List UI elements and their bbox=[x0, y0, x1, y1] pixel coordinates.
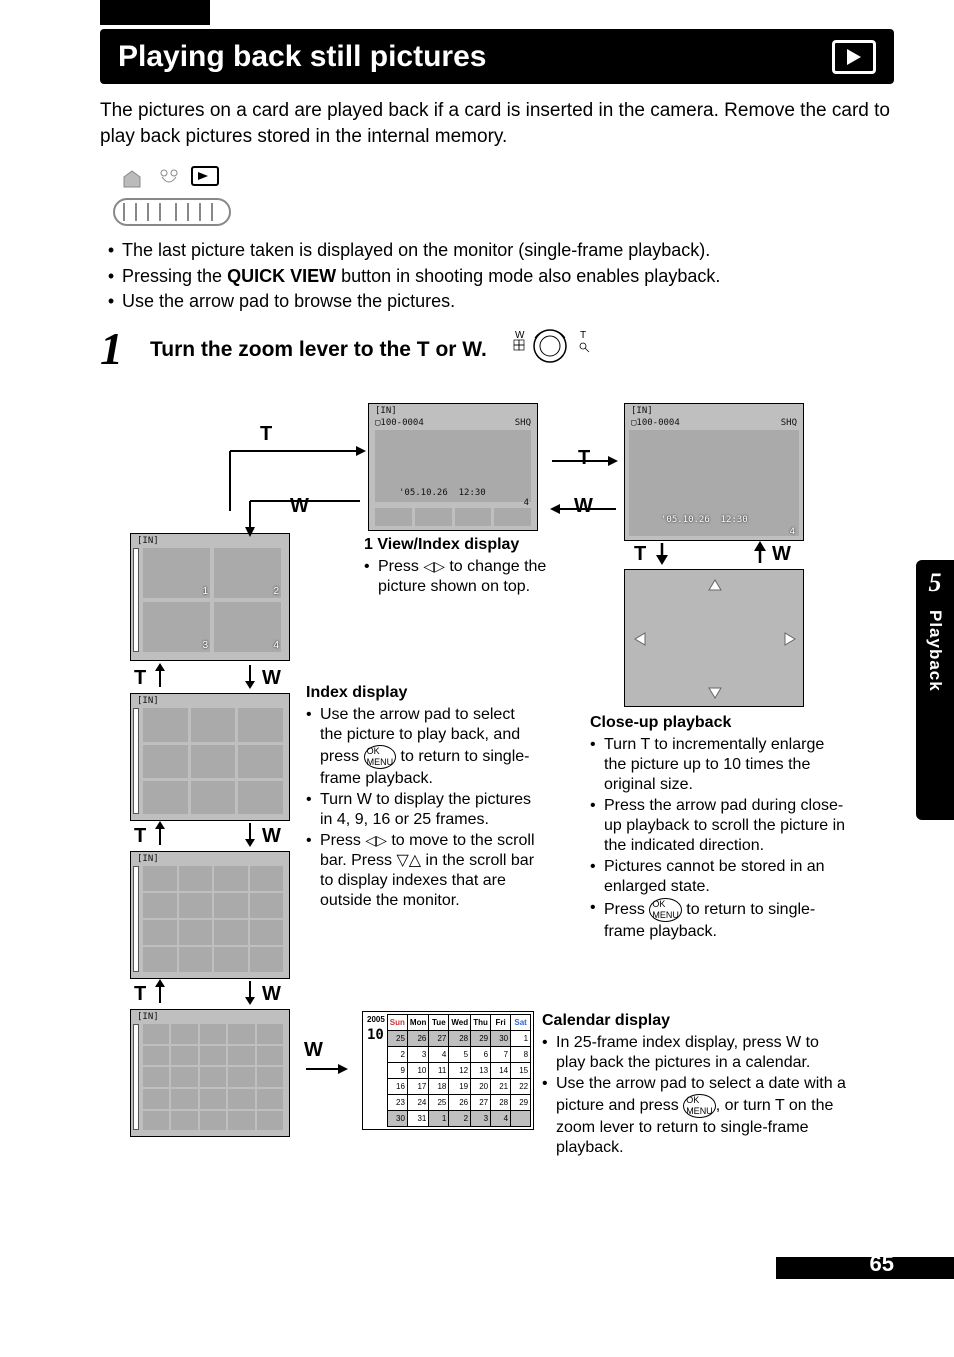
closeup-text: Close-up playback •Turn T to incremental… bbox=[590, 713, 845, 943]
step-text: Turn the zoom lever to the T or W. bbox=[150, 336, 487, 363]
W-label: W bbox=[262, 981, 281, 1007]
chapter-tab-top bbox=[100, 0, 210, 25]
playback-icon bbox=[832, 40, 876, 74]
zoom-lever-illustration: W T bbox=[505, 326, 595, 372]
T-label: T bbox=[634, 541, 646, 567]
one-view-index-display: [IN] ▢100-0004 SHQ '05.10.26 12:30 4 bbox=[368, 403, 538, 531]
index-16-display: [IN] bbox=[130, 851, 290, 979]
calendar-text: Calendar display •In 25-frame index disp… bbox=[542, 1011, 852, 1159]
T-label: T bbox=[134, 665, 146, 691]
index-display-text: Index display •Use the arrow pad to sele… bbox=[306, 683, 536, 912]
section-title-bar: Playing back still pictures bbox=[100, 29, 894, 84]
chapter-number: 5 bbox=[929, 566, 942, 600]
calendar-display: 2005 10 SunMonTueWedThuFriSat 2526272829… bbox=[362, 1011, 534, 1130]
page-number: 65 bbox=[870, 1250, 894, 1279]
bullet-text: Use the arrow pad to browse the pictures… bbox=[122, 290, 455, 313]
step-1: 1 Turn the zoom lever to the T or W. W T bbox=[100, 319, 894, 379]
one-view-index-text: 1 View/Index display •Press ◁▷ to change… bbox=[364, 535, 554, 598]
intro-text: The pictures on a card are played back i… bbox=[100, 98, 894, 149]
chapter-label: Playback bbox=[924, 610, 946, 692]
single-frame-display: [IN] ▢100-0004 SHQ '05.10.26 12:30 4 bbox=[624, 403, 804, 541]
mode-dial-illustration bbox=[112, 159, 894, 229]
page-footer: 65 bbox=[0, 1237, 954, 1297]
chapter-side-tab: 5 Playback bbox=[916, 560, 954, 820]
closeup-display bbox=[624, 569, 804, 707]
bullet-text: The last picture taken is displayed on t… bbox=[122, 239, 710, 262]
W-label: W bbox=[772, 541, 791, 567]
T-label: T bbox=[134, 823, 146, 849]
top-bullet-list: •The last picture taken is displayed on … bbox=[100, 239, 894, 313]
bullet-text: Pressing the QUICK VIEW button in shooti… bbox=[122, 265, 720, 288]
section-title: Playing back still pictures bbox=[118, 37, 486, 76]
T-label: T bbox=[134, 981, 146, 1007]
step-number: 1 bbox=[100, 319, 150, 379]
W-label: W bbox=[262, 823, 281, 849]
W-label: W bbox=[262, 665, 281, 691]
svg-text:W: W bbox=[515, 330, 525, 341]
index-9-display: [IN] bbox=[130, 693, 290, 821]
diagram-area: [IN] 1 2 3 4 T W [IN] T W bbox=[100, 403, 894, 1223]
index-25-display: [IN] bbox=[130, 1009, 290, 1137]
svg-text:T: T bbox=[580, 330, 586, 341]
index-4-display: [IN] 1 2 3 4 bbox=[130, 533, 290, 661]
